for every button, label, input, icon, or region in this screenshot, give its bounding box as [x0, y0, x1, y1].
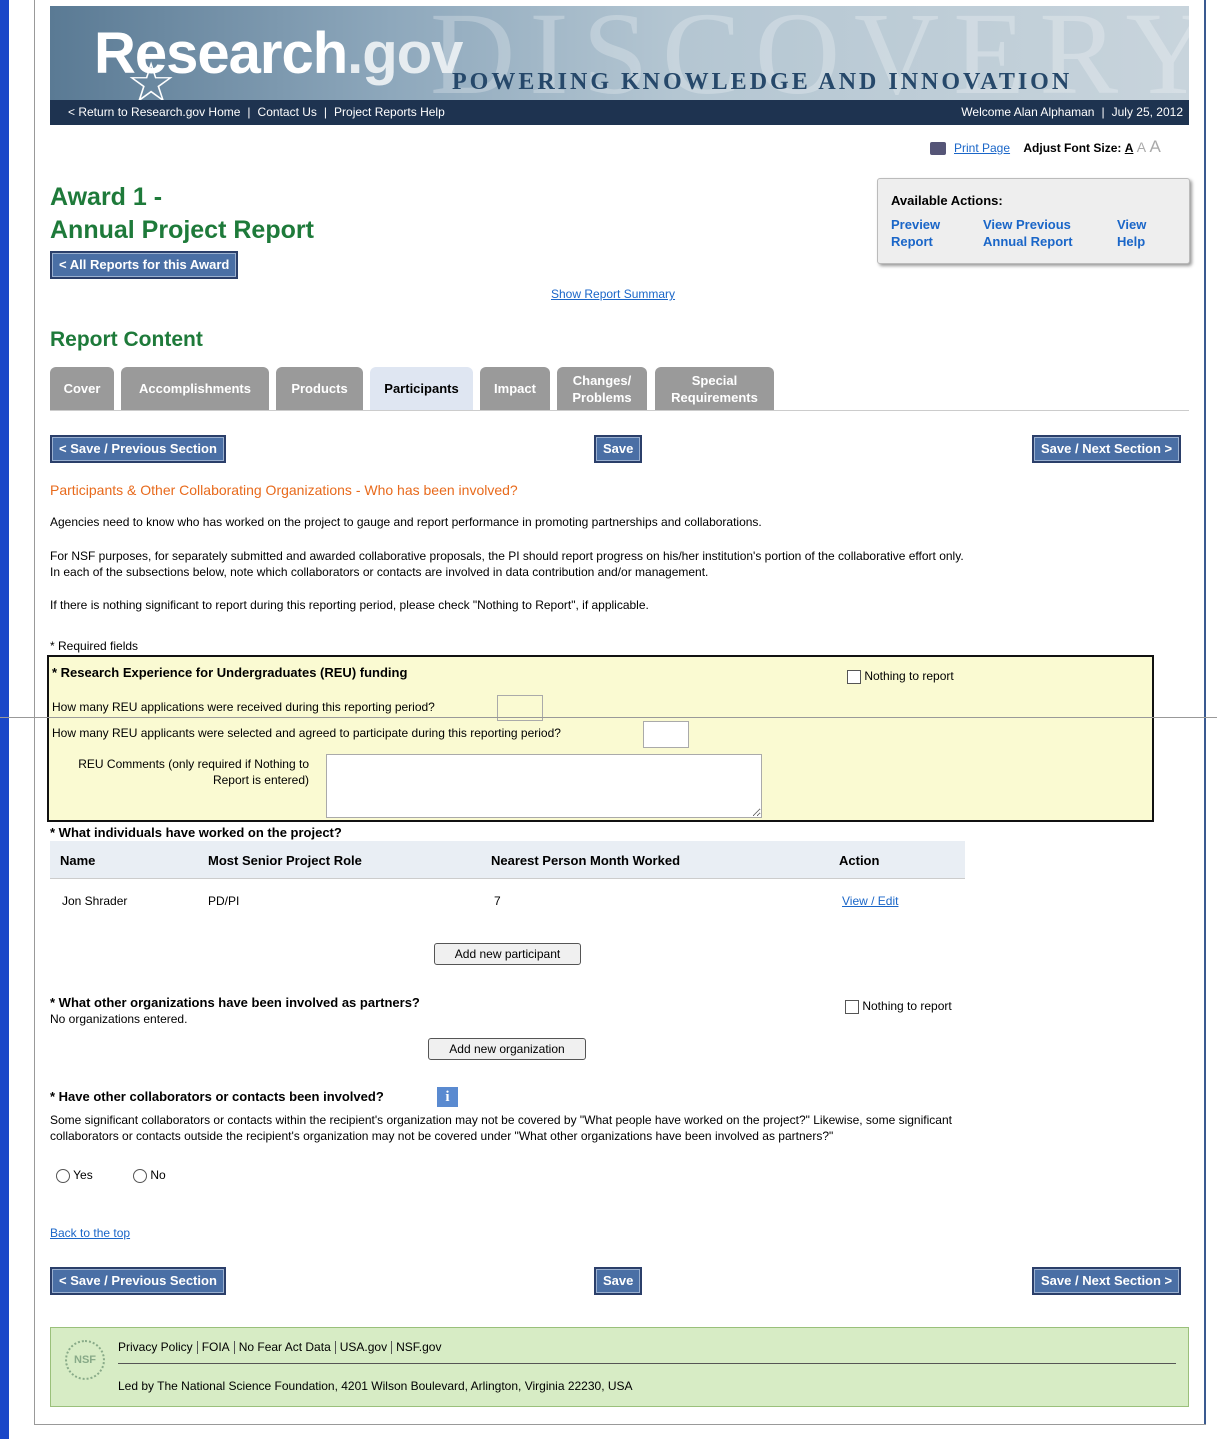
- reu-funding-panel: * Research Experience for Undergraduates…: [47, 655, 1154, 822]
- nav-return-home[interactable]: < Return to Research.gov Home: [68, 105, 240, 119]
- radio-icon[interactable]: [56, 1168, 70, 1183]
- tab-changes-problems[interactable]: Changes/ Problems: [557, 367, 647, 410]
- column-name: Name: [60, 853, 96, 868]
- foia-link[interactable]: FOIA: [202, 1340, 230, 1354]
- participant-name: Jon Shrader: [62, 894, 128, 908]
- reu-comments-textarea[interactable]: [326, 754, 762, 818]
- save-previous-section-button-bottom[interactable]: < Save / Previous Section: [50, 1267, 226, 1295]
- individuals-heading: * What individuals have worked on the pr…: [50, 825, 342, 840]
- font-size-label: Adjust Font Size:: [1023, 141, 1122, 155]
- column-person-months: Nearest Person Month Worked: [491, 853, 681, 868]
- participant-role: PD/PI: [208, 894, 240, 908]
- org-nothing-to-report[interactable]: Nothing to report: [845, 999, 952, 1014]
- font-size-small[interactable]: A: [1125, 141, 1134, 155]
- radio-icon[interactable]: [133, 1168, 147, 1183]
- view-previous-report-link[interactable]: View Previous Annual Report: [983, 216, 1073, 250]
- reu-comments-label: REU Comments (only required if Nothing t…: [78, 757, 309, 787]
- all-reports-button[interactable]: < All Reports for this Award: [50, 251, 239, 279]
- font-size-medium[interactable]: A: [1137, 139, 1146, 155]
- view-edit-link[interactable]: View / Edit: [842, 894, 898, 908]
- save-next-section-button[interactable]: Save / Next Section >: [1032, 435, 1182, 463]
- tab-cover[interactable]: Cover: [50, 367, 114, 410]
- tab-products[interactable]: Products: [276, 367, 363, 410]
- top-nav-bar: < Return to Research.gov Home | Contact Us…: [50, 100, 1189, 125]
- required-fields-note: * Required fields: [50, 639, 139, 653]
- checkbox-icon[interactable]: [845, 999, 859, 1014]
- page-title: Award 1 - Annual Project Report: [50, 181, 314, 247]
- collaborators-text: Some significant collaborators or contac…: [50, 1113, 952, 1143]
- banner-tagline: POWERING KNOWLEDGE AND INNOVATION: [452, 69, 1073, 95]
- add-organization-button[interactable]: Add new organization: [428, 1038, 586, 1060]
- column-role: Most Senior Project Role: [208, 853, 362, 868]
- reu-nothing-to-report[interactable]: Nothing to report: [847, 669, 954, 684]
- site-footer: NSF Privacy Policy FOIA No Fear Act Data US…: [50, 1327, 1189, 1407]
- footer-divider: [118, 1363, 1176, 1364]
- welcome-text: Welcome Alan Alphaman: [961, 105, 1095, 119]
- report-content-heading: Report Content: [50, 328, 203, 351]
- nsf-gov-link[interactable]: NSF.gov: [396, 1340, 441, 1354]
- organizations-heading: * What other organizations have been inv…: [50, 995, 420, 1010]
- page-title-line2: Annual Project Report: [50, 216, 314, 244]
- font-size-large[interactable]: A: [1149, 137, 1160, 156]
- nav-project-reports-help[interactable]: Project Reports Help: [334, 105, 445, 119]
- radio-no[interactable]: No: [133, 1168, 166, 1183]
- reu-heading: * Research Experience for Undergraduates…: [52, 665, 408, 680]
- save-next-section-button-bottom[interactable]: Save / Next Section >: [1032, 1267, 1182, 1295]
- page-tools: Print Page Adjust Font Size: A A A: [930, 137, 1161, 157]
- printer-icon[interactable]: [930, 142, 946, 156]
- tab-impact[interactable]: Impact: [480, 367, 550, 410]
- tab-special-requirements[interactable]: Special Requirements: [655, 367, 774, 410]
- intro-paragraph-1: Agencies need to know who has worked on …: [50, 515, 762, 529]
- no-fear-act-link[interactable]: No Fear Act Data: [239, 1340, 331, 1354]
- collaborators-heading: * Have other collaborators or contacts b…: [50, 1089, 384, 1104]
- usa-gov-link[interactable]: USA.gov: [340, 1340, 387, 1354]
- reu-applications-label: How many REU applications were received …: [52, 700, 435, 714]
- nav-contact-us[interactable]: Contact Us: [258, 105, 317, 119]
- save-button[interactable]: Save: [594, 435, 643, 463]
- intro-paragraph-2: For NSF purposes, for separately submitt…: [50, 549, 964, 579]
- participant-months: 7: [494, 894, 501, 908]
- column-action: Action: [839, 853, 880, 868]
- print-page-link[interactable]: Print Page: [954, 141, 1010, 155]
- right-window-border: [1204, 0, 1206, 1424]
- nsf-seal-icon: NSF: [65, 1340, 105, 1380]
- intro-paragraph-3: If there is nothing significant to repor…: [50, 598, 649, 612]
- no-organizations-text: No organizations entered.: [50, 1012, 188, 1026]
- preview-report-link[interactable]: Preview Report: [891, 216, 940, 250]
- report-tabs: Cover Accomplishments Products Participa…: [50, 367, 1189, 411]
- view-help-link[interactable]: View Help: [1117, 216, 1146, 250]
- logo-suffix: .gov: [347, 21, 463, 86]
- site-banner: DISCOVERY Research.gov ☆ POWERING KNOWLE…: [50, 6, 1189, 125]
- save-previous-section-button[interactable]: < Save / Previous Section: [50, 435, 226, 463]
- table-header: Name Most Senior Project Role Nearest Pe…: [50, 841, 965, 879]
- add-participant-button[interactable]: Add new participant: [434, 943, 581, 965]
- screen-divider-line: [0, 717, 1217, 718]
- page-title-line1: Award 1 -: [50, 183, 163, 211]
- info-icon[interactable]: i: [437, 1087, 458, 1107]
- footer-address: Led by The National Science Foundation, …: [118, 1379, 633, 1393]
- available-actions-heading: Available Actions:: [891, 193, 1003, 208]
- back-to-top-link[interactable]: Back to the top: [50, 1226, 130, 1240]
- current-date: July 25, 2012: [1111, 105, 1183, 119]
- left-window-border: [0, 0, 9, 1439]
- privacy-policy-link[interactable]: Privacy Policy: [118, 1340, 193, 1354]
- available-actions-panel: Available Actions: Preview Report View Pr…: [877, 178, 1190, 264]
- tab-participants[interactable]: Participants: [370, 367, 473, 410]
- tab-accomplishments[interactable]: Accomplishments: [121, 367, 269, 410]
- show-report-summary-link[interactable]: Show Report Summary: [551, 287, 675, 301]
- reu-selected-input[interactable]: [643, 721, 689, 748]
- reu-selected-label: How many REU applicants were selected an…: [52, 726, 561, 740]
- checkbox-icon[interactable]: [847, 669, 861, 684]
- section-heading: Participants & Other Collaborating Organ…: [50, 482, 518, 498]
- footer-links: Privacy Policy FOIA No Fear Act Data USA.go…: [118, 1340, 441, 1355]
- save-button-bottom[interactable]: Save: [594, 1267, 643, 1295]
- radio-yes[interactable]: Yes: [56, 1168, 93, 1183]
